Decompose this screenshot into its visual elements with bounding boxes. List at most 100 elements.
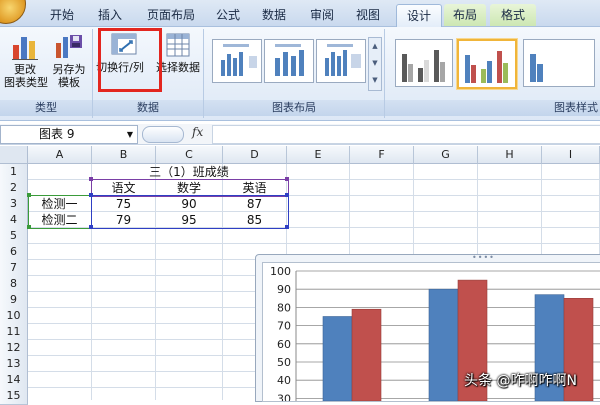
column-header-b[interactable]: B bbox=[92, 146, 156, 164]
row-header-15[interactable]: 15 bbox=[0, 388, 28, 405]
scroll-up-icon[interactable]: ▲ bbox=[369, 38, 381, 55]
y-tick-label: 40 bbox=[277, 374, 291, 387]
chart-style-3[interactable] bbox=[523, 39, 595, 87]
scroll-down-icon[interactable]: ▼ bbox=[369, 55, 381, 72]
tab-view[interactable]: 视图 bbox=[346, 0, 390, 26]
range-handle[interactable] bbox=[89, 225, 93, 229]
group-chart-layout: ▲ ▼ ▼ 图表布局 bbox=[204, 29, 385, 118]
change-chart-type-button[interactable]: 更改 图表类型 bbox=[4, 31, 48, 89]
chart-layout-3[interactable] bbox=[316, 39, 366, 83]
range-handle[interactable] bbox=[89, 193, 93, 197]
row-header-12[interactable]: 12 bbox=[0, 340, 28, 357]
formula-input[interactable] bbox=[212, 125, 600, 144]
chart-type-icon bbox=[12, 37, 38, 60]
select-data-icon bbox=[166, 33, 190, 57]
layout-2-icon bbox=[275, 44, 304, 76]
column-header-e[interactable]: E bbox=[287, 146, 350, 164]
highlight-box bbox=[98, 28, 162, 92]
values-range bbox=[91, 195, 289, 229]
range-handle[interactable] bbox=[89, 177, 93, 181]
tab-home[interactable]: 开始 bbox=[40, 0, 84, 26]
column-header-a[interactable]: A bbox=[28, 146, 92, 164]
layout-3-icon bbox=[325, 44, 361, 76]
bar-test1-1[interactable] bbox=[428, 288, 459, 402]
column-header-f[interactable]: F bbox=[350, 146, 414, 164]
column-header-g[interactable]: G bbox=[414, 146, 478, 164]
formula-bar: 图表 9 ▼ fx bbox=[0, 124, 600, 145]
save-as-template-button[interactable]: 另存为 模板 bbox=[48, 31, 90, 89]
tab-data[interactable]: 数据 bbox=[252, 0, 296, 26]
chart-layout-1[interactable] bbox=[212, 39, 262, 83]
bar-test2-0[interactable] bbox=[351, 308, 382, 402]
name-box[interactable]: 图表 9 ▼ bbox=[0, 125, 138, 144]
range-handle[interactable] bbox=[285, 177, 289, 181]
group-type-label: 类型 bbox=[0, 100, 92, 116]
row-header-8[interactable]: 8 bbox=[0, 276, 28, 293]
range-handle[interactable] bbox=[27, 193, 31, 197]
range-handle[interactable] bbox=[285, 225, 289, 229]
column-header-i[interactable]: I bbox=[542, 146, 600, 164]
row-header-1[interactable]: 1 bbox=[0, 164, 28, 181]
chart-resize-handle[interactable]: •••• bbox=[472, 253, 495, 262]
group-type: 更改 图表类型 另存为 模板 类型 bbox=[0, 29, 93, 118]
tab-review[interactable]: 审阅 bbox=[300, 0, 344, 26]
group-chart-styles: 图表样式 bbox=[385, 29, 600, 118]
category-range bbox=[28, 195, 92, 229]
row-header-7[interactable]: 7 bbox=[0, 260, 28, 277]
row-header-9[interactable]: 9 bbox=[0, 292, 28, 309]
y-tick-label: 50 bbox=[277, 356, 291, 369]
table-title-cell[interactable]: 三（1）班成绩 bbox=[92, 164, 286, 180]
tab-insert[interactable]: 插入 bbox=[88, 0, 132, 26]
row-header-5[interactable]: 5 bbox=[0, 228, 28, 245]
column-header-c[interactable]: C bbox=[156, 146, 223, 164]
style-2-icon bbox=[465, 51, 508, 83]
ribbon-tab-bar: 开始 插入 页面布局 公式 数据 审阅 视图 设计 布局 格式 bbox=[0, 0, 600, 27]
formula-area: fx bbox=[140, 125, 600, 144]
group-chart-styles-label: 图表样式 bbox=[385, 100, 600, 116]
tab-formulas[interactable]: 公式 bbox=[206, 0, 250, 26]
chart-layout-2[interactable] bbox=[264, 39, 314, 83]
y-tick-label: 60 bbox=[277, 338, 291, 351]
more-icon[interactable]: ▼ bbox=[369, 72, 381, 89]
tab-design[interactable]: 设计 bbox=[396, 4, 442, 27]
watermark: 头条 @咋啊咋啊N bbox=[464, 373, 577, 389]
tab-page-layout[interactable]: 页面布局 bbox=[138, 0, 204, 26]
y-tick-label: 100 bbox=[270, 265, 291, 278]
group-data-label: 数据 bbox=[93, 100, 203, 116]
row-header-11[interactable]: 11 bbox=[0, 324, 28, 341]
select-all-corner[interactable] bbox=[0, 146, 28, 164]
range-handle[interactable] bbox=[285, 193, 289, 197]
y-tick-label: 80 bbox=[277, 301, 291, 314]
change-chart-type-label: 更改 图表类型 bbox=[4, 63, 48, 89]
column-header-d[interactable]: D bbox=[223, 146, 287, 164]
save-as-template-label: 另存为 模板 bbox=[52, 63, 86, 89]
y-tick-label: 90 bbox=[277, 283, 291, 296]
name-box-dropdown-icon[interactable]: ▼ bbox=[127, 126, 133, 143]
style-3-icon bbox=[530, 54, 543, 82]
row-header-4[interactable]: 4 bbox=[0, 212, 28, 229]
name-box-value: 图表 9 bbox=[39, 127, 75, 141]
style-1-icon bbox=[402, 50, 445, 82]
row-header-6[interactable]: 6 bbox=[0, 244, 28, 261]
row-header-2[interactable]: 2 bbox=[0, 180, 28, 197]
tab-format[interactable]: 格式 bbox=[490, 4, 536, 26]
column-header-h[interactable]: H bbox=[478, 146, 542, 164]
chart-style-1[interactable] bbox=[395, 39, 453, 87]
ribbon-panel: 更改 图表类型 另存为 模板 类型 切换行/列 选择数据 数据 ▲ ▼ ▼ 图表… bbox=[0, 27, 600, 121]
group-chart-layout-label: 图表布局 bbox=[204, 100, 384, 116]
row-header-10[interactable]: 10 bbox=[0, 308, 28, 325]
tab-layout[interactable]: 布局 bbox=[444, 4, 486, 26]
formula-pill bbox=[142, 126, 184, 143]
y-tick-label: 70 bbox=[277, 320, 291, 333]
bar-test1-0[interactable] bbox=[322, 316, 353, 402]
chart-style-2[interactable] bbox=[457, 39, 517, 89]
row-header-14[interactable]: 14 bbox=[0, 372, 28, 389]
row-header-13[interactable]: 13 bbox=[0, 356, 28, 373]
range-handle[interactable] bbox=[27, 225, 31, 229]
layout-1-icon bbox=[221, 44, 257, 76]
layout-gallery-scroll[interactable]: ▲ ▼ ▼ bbox=[368, 37, 382, 91]
save-template-icon bbox=[56, 35, 82, 58]
fx-icon[interactable]: fx bbox=[192, 125, 203, 139]
row-header-3[interactable]: 3 bbox=[0, 196, 28, 213]
office-button[interactable] bbox=[0, 0, 26, 24]
